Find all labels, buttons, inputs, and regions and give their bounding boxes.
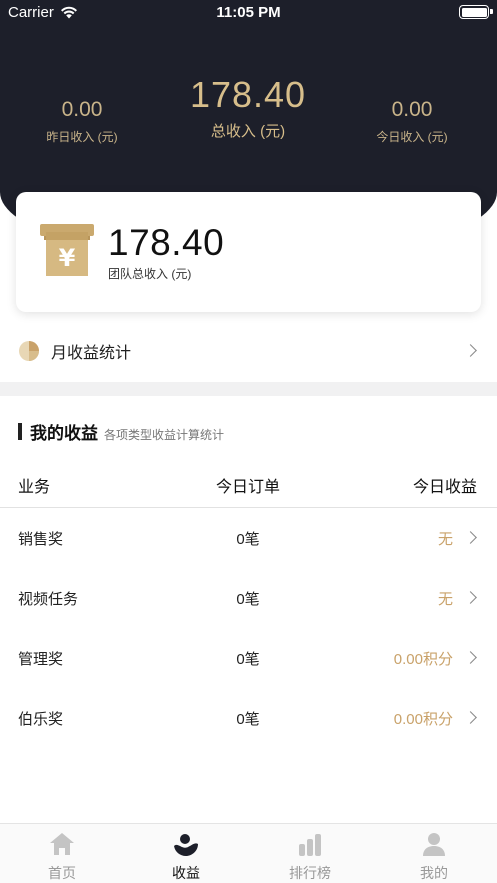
tab-home[interactable]: 首页 <box>0 824 124 883</box>
row-income: 0.00积分 <box>393 711 453 728</box>
team-income-label: 团队总收入 (元) <box>108 267 192 281</box>
row-orders: 0笔 <box>236 711 260 728</box>
tab-ranking-label: 排行榜 <box>289 865 331 881</box>
today-income: 0.00 今日收入 (元) <box>358 98 466 145</box>
row-orders: 0笔 <box>236 531 260 548</box>
total-income-value: 178.40 <box>189 74 307 115</box>
yesterday-income: 0.00 昨日收入 (元) <box>28 98 136 145</box>
chevron-right-icon <box>464 651 477 664</box>
section-divider <box>0 382 497 396</box>
row-income: 无 <box>437 591 453 608</box>
tab-earnings-label: 收益 <box>172 865 200 881</box>
yesterday-income-value: 0.00 <box>61 98 103 121</box>
table-row[interactable]: 销售奖 0笔 无 <box>0 508 497 568</box>
monthly-stats-label: 月收益统计 <box>51 345 132 362</box>
pie-chart-icon <box>19 341 39 361</box>
table-row[interactable]: 伯乐奖 0笔 0.00积分 <box>0 688 497 748</box>
chevron-right-icon <box>464 591 477 604</box>
tab-ranking[interactable]: 排行榜 <box>248 824 372 883</box>
earnings-title: 我的收益 <box>30 424 98 443</box>
earnings-table-header: 业务 今日订单 今日收益 <box>0 462 497 508</box>
today-income-label: 今日收入 (元) <box>376 130 448 144</box>
chevron-right-icon <box>464 531 477 544</box>
bottom-tab-bar: 首页 收益 排行榜 我的 <box>0 823 497 883</box>
table-row[interactable]: 视频任务 0笔 无 <box>0 568 497 628</box>
row-orders: 0笔 <box>236 651 260 668</box>
tab-profile-label: 我的 <box>420 865 448 881</box>
chevron-right-icon <box>464 344 477 357</box>
table-row[interactable]: 管理奖 0笔 0.00积分 <box>0 628 497 688</box>
earnings-subtitle: 各项类型收益计算统计 <box>104 428 225 442</box>
row-income: 0.00积分 <box>393 651 453 668</box>
status-time: 11:05 PM <box>216 4 281 21</box>
battery-icon <box>459 5 489 19</box>
header-today-orders: 今日订单 <box>215 479 280 496</box>
row-business: 伯乐奖 <box>18 711 64 728</box>
row-business: 销售奖 <box>18 531 64 548</box>
monthly-stats-row[interactable]: 月收益统计 <box>0 326 497 376</box>
tab-home-label: 首页 <box>48 865 76 881</box>
earnings-icon <box>174 834 198 856</box>
row-orders: 0笔 <box>236 591 260 608</box>
ranking-icon <box>299 834 321 856</box>
tab-profile[interactable]: 我的 <box>372 824 496 883</box>
team-income-amount: 178.40 <box>108 222 225 263</box>
today-income-value: 0.00 <box>391 98 433 121</box>
yen-register-icon: ¥ <box>40 224 94 276</box>
tab-earnings[interactable]: 收益 <box>124 824 248 883</box>
chevron-right-icon <box>464 711 477 724</box>
earnings-section-title: 我的收益 各项类型收益计算统计 <box>18 419 224 444</box>
team-income-card[interactable]: ¥ 178.40 团队总收入 (元) <box>16 192 481 312</box>
row-business: 视频任务 <box>18 591 79 608</box>
row-income: 无 <box>437 531 453 548</box>
battery-tip <box>490 9 493 14</box>
home-icon <box>50 833 74 855</box>
yesterday-income-label: 昨日收入 (元) <box>46 130 118 144</box>
total-income: 178.40 总收入 (元) <box>168 74 328 141</box>
svg-text:¥: ¥ <box>59 244 76 272</box>
row-business: 管理奖 <box>18 651 64 668</box>
title-accent-bar <box>18 423 22 440</box>
profile-icon <box>423 833 445 856</box>
total-income-label: 总收入 (元) <box>210 123 286 140</box>
status-bar: Carrier 11:05 PM <box>0 0 497 26</box>
header-business: 业务 <box>18 479 51 496</box>
header-today-income: 今日收益 <box>412 479 477 496</box>
